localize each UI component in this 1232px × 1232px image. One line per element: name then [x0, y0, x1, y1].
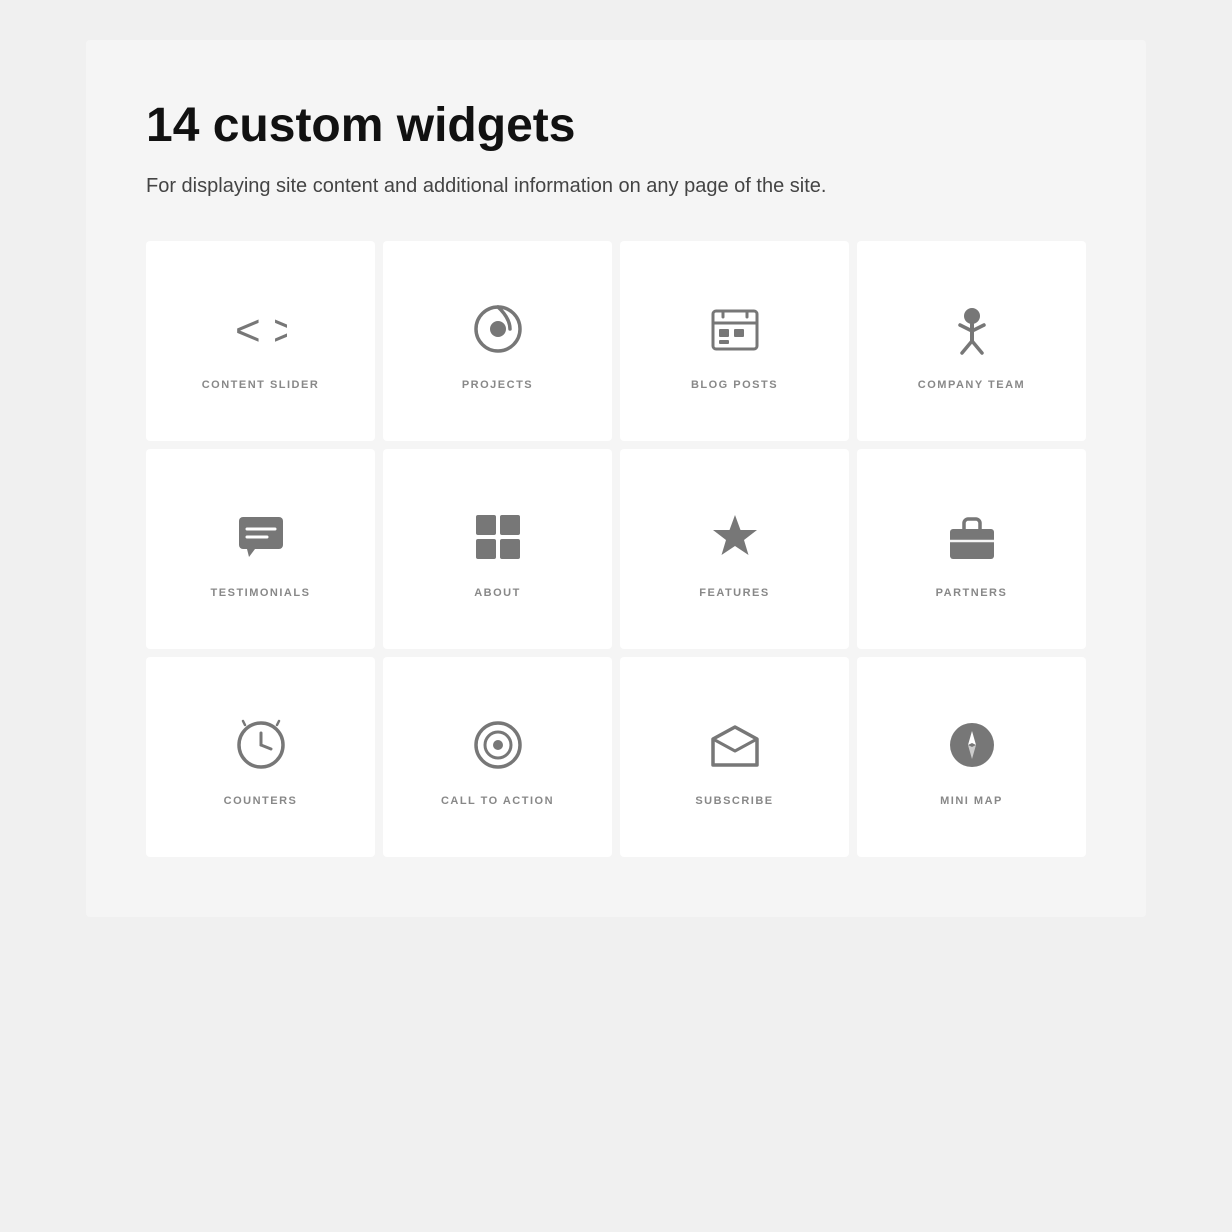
widget-card-call-to-action[interactable]: CALL TO ACTION	[383, 657, 612, 857]
compass-icon	[946, 717, 998, 773]
briefcase-icon	[946, 509, 998, 565]
widget-card-partners[interactable]: PARTNERS	[857, 449, 1086, 649]
svg-text:< >: < >	[235, 306, 287, 355]
widget-label-projects: PROJECTS	[462, 379, 533, 391]
widget-card-company-team[interactable]: COMPANY TEAM	[857, 241, 1086, 441]
widget-label-blog-posts: BLOG POSTS	[691, 379, 778, 391]
code-brackets-icon: < >	[235, 301, 287, 357]
calendar-list-icon	[709, 301, 761, 357]
widget-card-projects[interactable]: PROJECTS	[383, 241, 612, 441]
star-icon	[709, 509, 761, 565]
widget-card-subscribe[interactable]: SUBSCRIBE	[620, 657, 849, 857]
target-circle-icon	[472, 717, 524, 773]
clock-icon	[235, 717, 287, 773]
widget-card-testimonials[interactable]: TESTIMONIALS	[146, 449, 375, 649]
projects-circle-icon	[472, 301, 524, 357]
speech-bubble-icon	[235, 509, 287, 565]
page-subtitle: For displaying site content and addition…	[146, 171, 846, 201]
layout-grid-icon	[472, 509, 524, 565]
widget-label-features: FEATURES	[699, 587, 769, 599]
widget-card-features[interactable]: FEATURES	[620, 449, 849, 649]
widget-label-testimonials: TESTIMONIALS	[211, 587, 311, 599]
widget-label-subscribe: SUBSCRIBE	[695, 795, 773, 807]
widget-label-about: ABOUT	[474, 587, 521, 599]
widget-label-partners: PARTNERS	[936, 587, 1008, 599]
widget-label-counters: COUNTERS	[224, 795, 298, 807]
person-icon	[946, 301, 998, 357]
widget-card-about[interactable]: ABOUT	[383, 449, 612, 649]
widget-label-company-team: COMPANY TEAM	[918, 379, 1025, 391]
widget-card-counters[interactable]: COUNTERS	[146, 657, 375, 857]
widgets-grid: < > CONTENT SLIDER PROJECTS BLOG POSTS CO…	[146, 241, 1086, 857]
widget-card-blog-posts[interactable]: BLOG POSTS	[620, 241, 849, 441]
page-title: 14 custom widgets	[146, 100, 1086, 153]
widget-card-content-slider[interactable]: < > CONTENT SLIDER	[146, 241, 375, 441]
envelope-open-icon	[709, 717, 761, 773]
widget-label-content-slider: CONTENT SLIDER	[202, 379, 320, 391]
widget-card-mini-map[interactable]: MINI MAP	[857, 657, 1086, 857]
widget-label-call-to-action: CALL TO ACTION	[441, 795, 554, 807]
page-container: 14 custom widgets For displaying site co…	[86, 40, 1146, 917]
widget-label-mini-map: MINI MAP	[940, 795, 1003, 807]
